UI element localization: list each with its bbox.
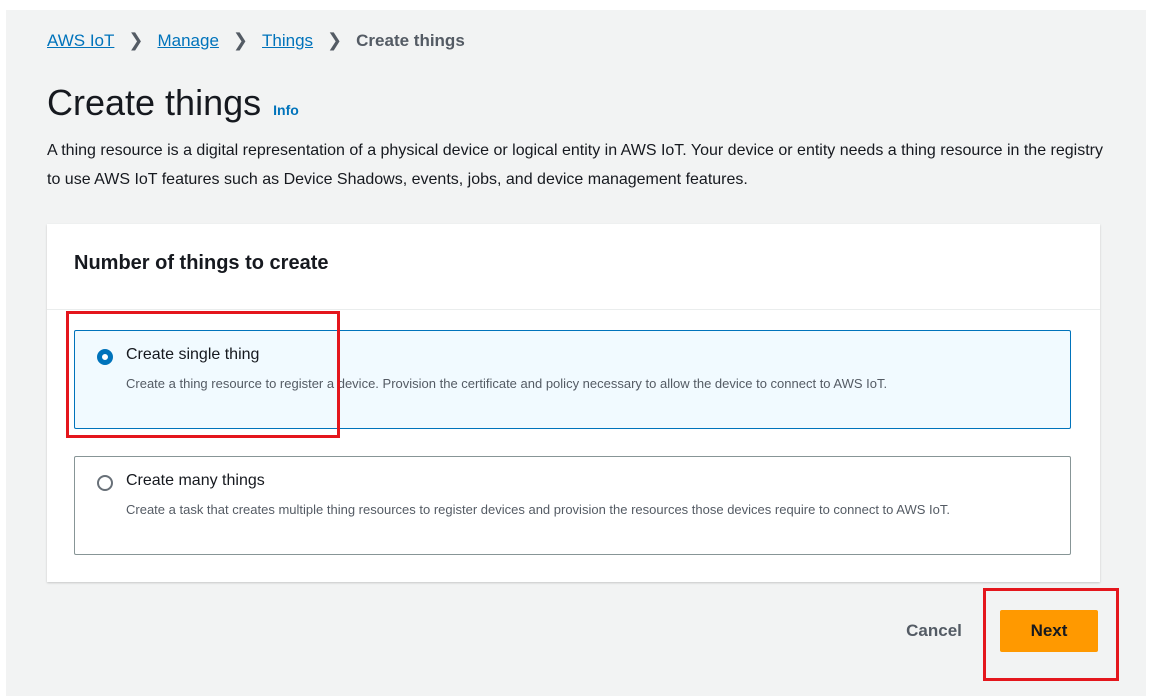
breadcrumb-link-manage[interactable]: Manage (157, 31, 218, 51)
cancel-button[interactable]: Cancel (890, 613, 978, 649)
option-tile-create-many-things[interactable]: Create many things Create a task that cr… (74, 456, 1071, 555)
panel-title: Number of things to create (74, 252, 329, 274)
radio-unselected-icon[interactable] (97, 475, 113, 491)
option-description: Create a task that creates multiple thin… (126, 502, 950, 517)
breadcrumb-current: Create things (356, 30, 465, 50)
page-title: Create things (47, 82, 262, 123)
chevron-right-icon: ❯ (128, 30, 144, 50)
info-link[interactable]: Info (273, 102, 299, 118)
breadcrumb-link-things[interactable]: Things (262, 31, 313, 51)
breadcrumb-link-aws-iot[interactable]: AWS IoT (47, 31, 114, 51)
option-tile-create-single-thing[interactable]: Create single thing Create a thing resou… (74, 330, 1071, 429)
breadcrumb: AWS IoT ❯ Manage ❯ Things ❯ Create thing… (47, 30, 465, 51)
chevron-right-icon: ❯ (232, 30, 249, 50)
option-label: Create many things (126, 472, 265, 489)
radio-selected-icon[interactable] (97, 349, 113, 365)
chevron-right-icon: ❯ (327, 30, 343, 50)
panel-header: Number of things to create (47, 224, 1100, 310)
page-description: A thing resource is a digital representa… (47, 142, 1103, 188)
option-description: Create a thing resource to register a de… (126, 376, 888, 391)
number-of-things-panel: Number of things to create Create single… (47, 224, 1100, 582)
next-button[interactable]: Next (1000, 610, 1098, 652)
page-header: Create things Info (47, 82, 299, 124)
option-label: Create single thing (126, 346, 260, 363)
